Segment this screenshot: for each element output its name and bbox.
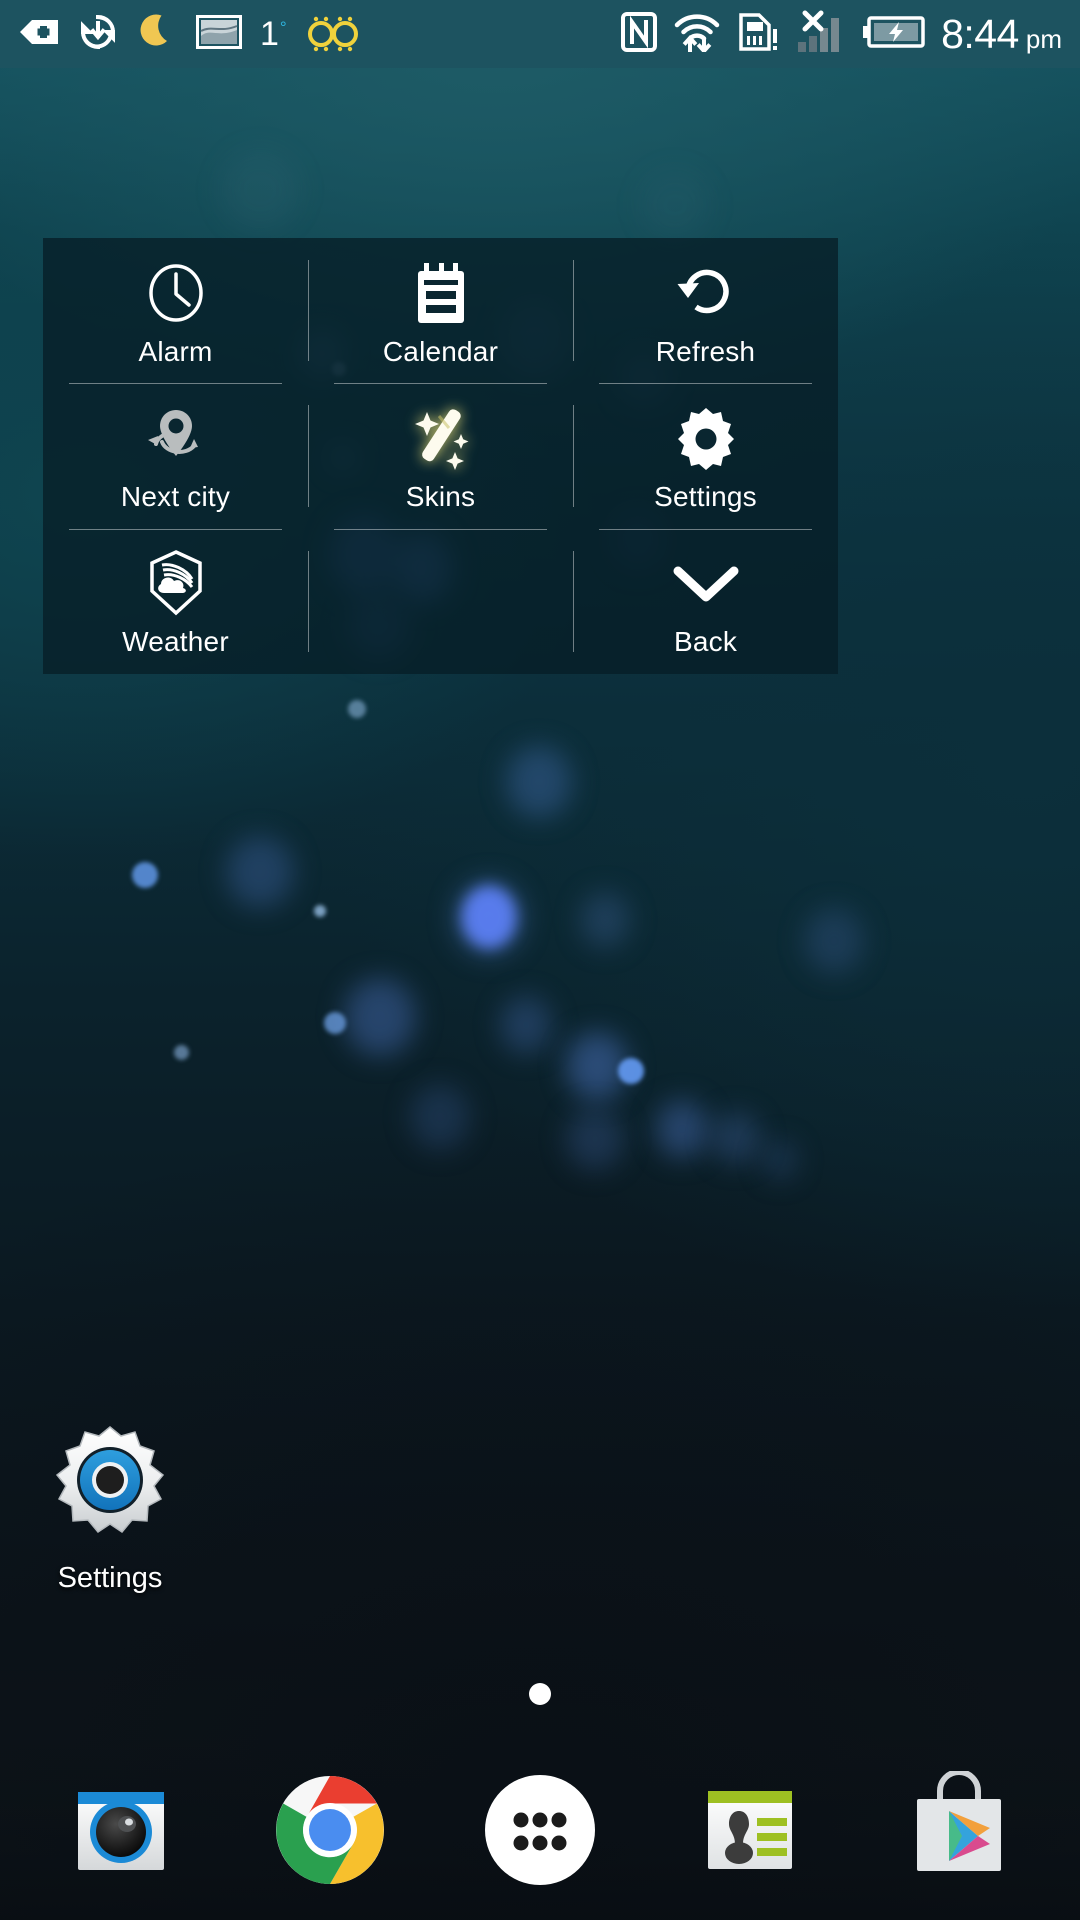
- bokeh-circle: [344, 978, 416, 1056]
- temperature-icon: 1 °: [260, 15, 287, 53]
- widget-menu-label: Weather: [122, 626, 229, 658]
- calendar-icon: [412, 254, 470, 332]
- widget-menu-label: Calendar: [382, 335, 499, 367]
- bokeh-circle: [712, 1112, 760, 1164]
- bokeh-circle: [804, 908, 864, 974]
- magic-wand-sparkle-icon: [405, 399, 477, 477]
- widget-menu-label: Skins: [405, 480, 476, 512]
- bokeh-circle: [174, 1045, 189, 1060]
- bokeh-circle: [640, 170, 710, 240]
- weather-widget-menu-panel[interactable]: Alarm Calendar Refresh Next city Skins S…: [43, 238, 838, 674]
- page-indicator[interactable]: [0, 1683, 1080, 1705]
- medical-plus-badge-icon: [18, 15, 60, 54]
- bokeh-circle: [566, 1108, 624, 1170]
- bokeh-circle: [410, 1084, 470, 1150]
- page-indicator-dot-1[interactable]: [529, 1683, 551, 1705]
- bokeh-circle: [348, 700, 366, 718]
- chevron-down-icon: [670, 544, 742, 622]
- status-bar-clock: 8:44 pm: [941, 10, 1062, 57]
- bokeh-circle: [656, 1100, 708, 1158]
- status-bar-left-icons: 1 °: [18, 11, 362, 58]
- gear-icon: [674, 399, 738, 477]
- bokeh-circle: [220, 150, 300, 230]
- temperature-value: 1: [260, 15, 279, 53]
- settings-gear-app-icon: [51, 1425, 169, 1548]
- clock-meridiem: pm: [1025, 23, 1062, 54]
- bokeh-circle: [580, 892, 630, 948]
- bokeh-circle: [132, 862, 158, 888]
- play-store-app-icon: [917, 1771, 1002, 1871]
- clock-time: 8:44: [941, 10, 1019, 57]
- widget-menu-item-settings[interactable]: Settings: [573, 383, 838, 528]
- bokeh-circle: [506, 746, 572, 818]
- contacts-app-icon: [707, 1791, 792, 1869]
- screenshot-image-icon: [196, 14, 242, 55]
- bokeh-circle: [324, 1012, 346, 1034]
- dock-item-play-store[interactable]: [899, 1770, 1019, 1890]
- widget-menu-item-back[interactable]: Back: [573, 528, 838, 674]
- widget-menu-item-calendar[interactable]: Calendar: [308, 238, 573, 383]
- chrome-app-icon: [276, 1776, 385, 1884]
- location-pin-rotate-icon: [142, 399, 210, 477]
- dock-item-chrome[interactable]: [270, 1770, 390, 1890]
- status-bar[interactable]: 1 ° 8:44 pm: [0, 0, 1080, 68]
- bokeh-circle: [762, 1140, 798, 1180]
- widget-menu-label: Next city: [120, 480, 231, 512]
- home-app-icon-label: Settings: [57, 1562, 163, 1594]
- bokeh-circle: [500, 996, 552, 1054]
- clock-icon: [144, 254, 208, 332]
- bokeh-circle-highlight: [462, 886, 516, 948]
- bokeh-circle: [314, 905, 326, 917]
- sim-card-alert-icon: [737, 11, 779, 58]
- weather-cloud-icon: [142, 544, 210, 622]
- bokeh-circle: [618, 1058, 644, 1084]
- degree-symbol: °: [279, 18, 287, 37]
- dock-item-app-drawer[interactable]: [480, 1770, 600, 1890]
- dock-item-contacts[interactable]: [690, 1770, 810, 1890]
- widget-menu-item-weather[interactable]: Weather: [43, 528, 308, 674]
- dock-item-camera[interactable]: [61, 1770, 181, 1890]
- widget-menu-item-blank: [308, 528, 573, 674]
- widget-menu-item-skins[interactable]: Skins: [308, 383, 573, 528]
- widget-menu-item-alarm[interactable]: Alarm: [43, 238, 308, 383]
- home-app-icon-settings[interactable]: Settings: [35, 1425, 185, 1595]
- status-bar-right-icons: [621, 10, 925, 59]
- nfc-icon: [621, 11, 658, 57]
- widget-menu-label: Back: [673, 626, 738, 658]
- glasses-icon: [304, 12, 362, 57]
- dock[interactable]: [0, 1740, 1080, 1920]
- wifi-transfer-icon: [673, 12, 721, 57]
- widget-menu-label: Settings: [654, 480, 757, 512]
- widget-menu-label: Refresh: [655, 335, 756, 367]
- widget-menu-item-next-city[interactable]: Next city: [43, 383, 308, 528]
- moon-icon: [136, 11, 178, 58]
- signal-no-service-icon: [795, 10, 847, 59]
- bokeh-circle: [226, 836, 294, 908]
- sync-download-icon: [78, 12, 118, 57]
- camera-app-icon: [77, 1792, 164, 1870]
- refresh-icon: [674, 254, 738, 332]
- widget-menu-item-refresh[interactable]: Refresh: [573, 238, 838, 383]
- app-drawer-icon: [484, 1775, 595, 1885]
- widget-menu-label: Alarm: [138, 335, 213, 367]
- battery-charging-icon: [863, 15, 925, 54]
